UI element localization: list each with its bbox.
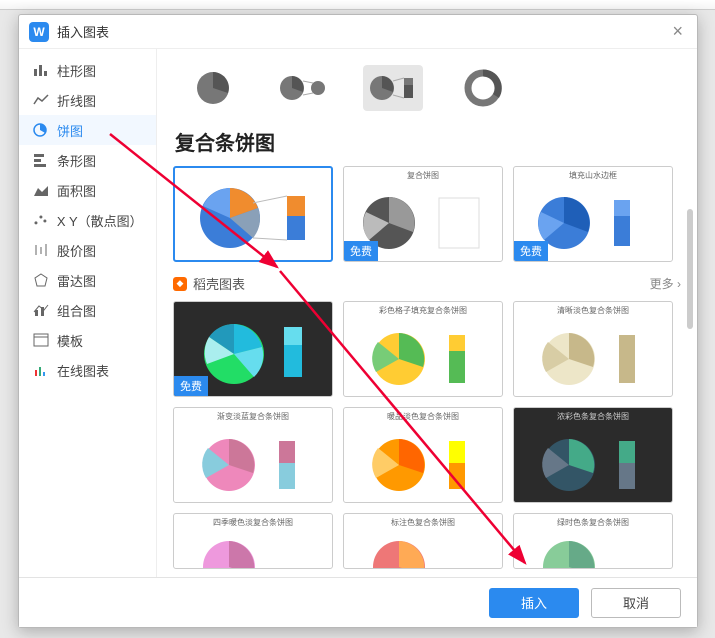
sidebar-item-label: 面积图 [57, 181, 96, 200]
free-tag: 免费 [344, 241, 378, 261]
sidebar-item-label: 雷达图 [57, 271, 96, 290]
template-card[interactable]: 彩色格子填充复合条饼图 [343, 301, 503, 397]
section-title: 复合条饼图 [175, 127, 681, 156]
sidebar-item-label: 条形图 [57, 151, 96, 170]
chart-type-sidebar: 柱形图 折线图 饼图 条形图 面积图 X Y（散点图） [19, 49, 157, 577]
app-icon: W [29, 22, 49, 42]
template-card[interactable] [173, 166, 333, 262]
scatter-chart-icon [33, 213, 49, 227]
subtype-pie[interactable] [183, 65, 243, 111]
column-chart-icon [33, 63, 49, 77]
template-card[interactable]: 渐变淡蓝复合条饼图 [173, 407, 333, 503]
template-card[interactable]: 标注色复合条饼图 [343, 513, 503, 569]
line-chart-icon [33, 93, 49, 107]
template-card[interactable]: 四季暖色淡复合条饼图 [173, 513, 333, 569]
sidebar-item-area[interactable]: 面积图 [19, 175, 156, 205]
insert-button[interactable]: 插入 [489, 588, 579, 618]
sidebar-item-bar[interactable]: 条形图 [19, 145, 156, 175]
sidebar-item-label: X Y（散点图） [57, 211, 142, 230]
template-card[interactable]: 暖品淡色复合条饼图 [343, 407, 503, 503]
sidebar-item-label: 组合图 [57, 301, 96, 320]
card-title: 浓彩色条复合条饼图 [514, 408, 672, 423]
template-card[interactable]: 浓彩色条复合条饼图 [513, 407, 673, 503]
sidebar-item-label: 折线图 [57, 91, 96, 110]
radar-chart-icon [33, 273, 49, 287]
sidebar-item-line[interactable]: 折线图 [19, 85, 156, 115]
docer-title: 稻壳图表 [193, 274, 650, 293]
subtype-doughnut[interactable] [453, 65, 513, 111]
scrollbar-thumb[interactable] [687, 209, 693, 329]
template-card[interactable]: 绿时色条复合条饼图 [513, 513, 673, 569]
online-chart-icon [33, 363, 49, 377]
builtin-templates-grid: 复合饼图 免费 填充山水边框 [173, 166, 681, 262]
card-title: 绿时色条复合条饼图 [514, 514, 672, 529]
card-title: 彩色格子填充复合条饼图 [344, 302, 502, 317]
card-title: 渐变淡蓝复合条饼图 [174, 408, 332, 423]
close-icon[interactable]: × [668, 21, 687, 42]
sidebar-item-label: 柱形图 [57, 61, 96, 80]
subtype-bar-of-pie[interactable] [363, 65, 423, 111]
titlebar: W 插入图表 × [19, 15, 697, 49]
sidebar-item-label: 饼图 [57, 121, 83, 140]
sidebar-item-scatter[interactable]: X Y（散点图） [19, 205, 156, 235]
bar-chart-icon [33, 153, 49, 167]
dialog-title: 插入图表 [57, 22, 668, 41]
docer-templates-grid: 免费 彩色格子填充复合条饼图 清晰淡色复合条饼图 [173, 301, 681, 569]
card-title: 复合饼图 [344, 167, 502, 182]
template-card[interactable]: 免费 [173, 301, 333, 397]
area-chart-icon [33, 183, 49, 197]
sidebar-item-radar[interactable]: 雷达图 [19, 265, 156, 295]
cancel-button[interactable]: 取消 [591, 588, 681, 618]
template-icon [33, 333, 49, 347]
card-title: 填充山水边框 [514, 167, 672, 182]
docer-section-header: ◆ 稻壳图表 更多 › [173, 274, 681, 293]
subtype-thumbnails [173, 61, 681, 121]
free-tag: 免费 [514, 241, 548, 261]
insert-chart-dialog: W 插入图表 × 柱形图 折线图 饼图 条形图 面积图 [18, 14, 698, 628]
card-title: 标注色复合条饼图 [344, 514, 502, 529]
sidebar-item-label: 股价图 [57, 241, 96, 260]
sidebar-item-online[interactable]: 在线图表 [19, 355, 156, 385]
template-card[interactable]: 清晰淡色复合条饼图 [513, 301, 673, 397]
card-title: 清晰淡色复合条饼图 [514, 302, 672, 317]
pie-chart-icon [33, 123, 49, 137]
stock-chart-icon [33, 243, 49, 257]
app-toolbar-strip [0, 0, 715, 10]
template-card[interactable]: 复合饼图 免费 [343, 166, 503, 262]
dialog-footer: 插入 取消 [19, 577, 697, 627]
free-tag: 免费 [174, 376, 208, 396]
sidebar-item-stock[interactable]: 股价图 [19, 235, 156, 265]
sidebar-item-template[interactable]: 模板 [19, 325, 156, 355]
sidebar-item-column[interactable]: 柱形图 [19, 55, 156, 85]
sidebar-item-label: 模板 [57, 331, 83, 350]
sidebar-item-combo[interactable]: 组合图 [19, 295, 156, 325]
template-card[interactable]: 填充山水边框 免费 [513, 166, 673, 262]
chart-subtype-panel: 复合条饼图 复合饼图 [157, 49, 697, 577]
more-link[interactable]: 更多 › [650, 275, 681, 292]
docer-icon: ◆ [173, 277, 187, 291]
subtype-pie-of-pie[interactable] [273, 65, 333, 111]
combo-chart-icon [33, 303, 49, 317]
card-title: 四季暖色淡复合条饼图 [174, 514, 332, 529]
sidebar-item-label: 在线图表 [57, 361, 109, 380]
card-title: 暖品淡色复合条饼图 [344, 408, 502, 423]
sidebar-item-pie[interactable]: 饼图 [19, 115, 156, 145]
dialog-body: 柱形图 折线图 饼图 条形图 面积图 X Y（散点图） [19, 49, 697, 577]
